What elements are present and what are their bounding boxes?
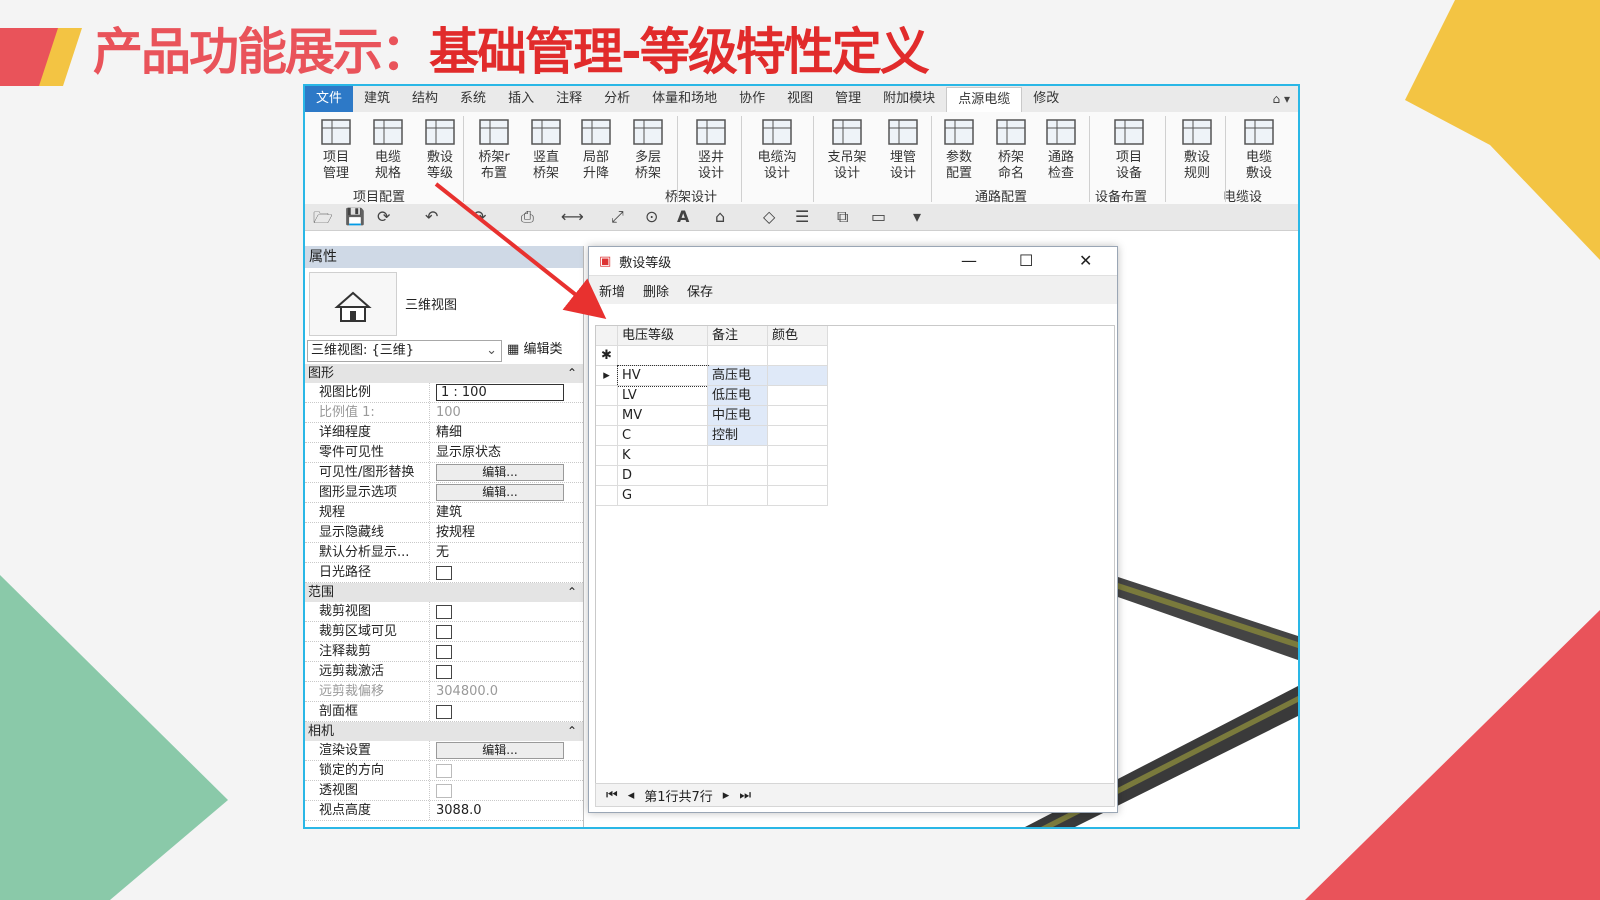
annotation-arrow <box>434 182 607 319</box>
